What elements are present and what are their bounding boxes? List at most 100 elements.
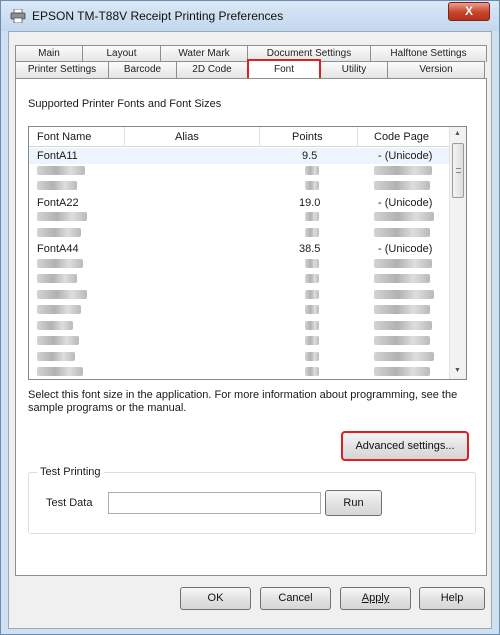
apply-button[interactable]: Apply xyxy=(340,587,411,610)
redacted-code-page xyxy=(374,320,432,333)
redacted-font-name xyxy=(37,165,85,178)
redacted-points xyxy=(305,367,319,379)
redacted-points xyxy=(305,336,319,348)
code-page-cell: - (Unicode) xyxy=(378,150,433,162)
list-item[interactable] xyxy=(29,365,450,379)
font-name-cell: FontA44 xyxy=(37,243,79,255)
list-item[interactable] xyxy=(29,350,450,366)
column-divider[interactable] xyxy=(259,127,260,147)
printer-icon xyxy=(10,8,26,24)
redacted-font-name xyxy=(37,289,87,302)
font-tab-page: Supported Printer Fonts and Font Sizes F… xyxy=(15,78,487,576)
redacted-code-page xyxy=(374,367,430,379)
scroll-down-arrow-icon[interactable]: ▼ xyxy=(454,367,461,374)
code-page-cell: - (Unicode) xyxy=(378,196,433,209)
tab-utility[interactable]: Utility xyxy=(320,61,388,78)
run-button[interactable]: Run xyxy=(325,490,382,516)
redacted-code-page xyxy=(374,336,430,348)
scrollbar-thumb[interactable] xyxy=(452,143,464,198)
list-item[interactable] xyxy=(29,303,450,319)
redacted-font-name xyxy=(37,274,77,286)
title-bar[interactable]: EPSON TM-T88V Receipt Printing Preferenc… xyxy=(1,1,499,31)
redacted-font-name xyxy=(37,212,87,224)
test-data-label: Test Data xyxy=(46,497,93,509)
dialog-window: EPSON TM-T88V Receipt Printing Preferenc… xyxy=(0,0,500,635)
list-item[interactable] xyxy=(29,272,450,288)
redacted-code-page xyxy=(374,351,434,364)
redacted-points xyxy=(305,258,319,271)
redacted-points xyxy=(305,320,319,333)
window-title: EPSON TM-T88V Receipt Printing Preferenc… xyxy=(32,9,284,23)
tab-font[interactable]: Font xyxy=(247,59,321,78)
column-header-code-page[interactable]: Code Page xyxy=(374,131,429,143)
column-divider[interactable] xyxy=(124,127,125,147)
list-scrollbar[interactable]: ▲ ▼ xyxy=(449,127,466,379)
list-item[interactable]: FontA44 38.5 - (Unicode) xyxy=(29,241,450,257)
redacted-points xyxy=(305,289,319,302)
redacted-code-page xyxy=(374,305,430,317)
list-item[interactable] xyxy=(29,226,450,242)
redacted-code-page xyxy=(374,227,430,240)
tab-row-front: Printer Settings Barcode 2D Code Font Ut… xyxy=(15,59,485,78)
redacted-code-page xyxy=(374,258,432,271)
font-info-text: Select this font size in the application… xyxy=(28,389,458,414)
font-list-rows: FontA11 9.5 - (Unicode) FontA22 19.0 - (… xyxy=(29,148,450,379)
font-list[interactable]: Font Name Alias Points Code Page FontA11… xyxy=(28,126,467,380)
list-item[interactable] xyxy=(29,257,450,273)
tab-printer-settings[interactable]: Printer Settings xyxy=(15,61,109,78)
test-printing-title: Test Printing xyxy=(37,466,104,478)
apply-label: Apply xyxy=(361,592,390,604)
redacted-code-page xyxy=(374,181,430,193)
redacted-points xyxy=(305,305,319,317)
redacted-points xyxy=(305,165,319,178)
redacted-font-name xyxy=(37,258,83,271)
advanced-settings-button[interactable]: Advanced settings... xyxy=(341,431,469,461)
grip-icon xyxy=(456,168,461,173)
tab-halftone-settings[interactable]: Halftone Settings xyxy=(370,45,487,62)
redacted-font-name xyxy=(37,227,81,240)
tab-main[interactable]: Main xyxy=(15,45,83,62)
scroll-up-arrow-icon[interactable]: ▲ xyxy=(454,130,461,137)
column-header-points[interactable]: Points xyxy=(292,131,323,143)
redacted-points xyxy=(305,212,319,224)
points-cell: 9.5 xyxy=(302,150,318,162)
cancel-button[interactable]: Cancel xyxy=(260,587,331,610)
tab-barcode[interactable]: Barcode xyxy=(108,61,177,78)
ok-button[interactable]: OK xyxy=(180,587,251,610)
list-item[interactable]: FontA11 9.5 - (Unicode) xyxy=(29,148,450,164)
test-data-input[interactable] xyxy=(108,492,321,514)
tab-water-mark[interactable]: Water Mark xyxy=(160,45,248,62)
dialog-client-area: Main Layout Water Mark Document Settings… xyxy=(8,31,492,629)
redacted-points xyxy=(305,227,319,240)
redacted-code-page xyxy=(374,165,432,178)
redacted-code-page xyxy=(374,289,434,302)
list-item[interactable] xyxy=(29,288,450,304)
redacted-font-name xyxy=(37,320,73,333)
redacted-font-name xyxy=(37,181,77,193)
list-item[interactable] xyxy=(29,179,450,195)
font-name-cell: FontA22 xyxy=(37,196,79,209)
list-item[interactable] xyxy=(29,319,450,335)
tab-2d-code[interactable]: 2D Code xyxy=(176,61,248,78)
test-printing-group: Test Printing Test Data Run xyxy=(28,466,476,534)
redacted-points xyxy=(305,181,319,193)
close-button[interactable]: X xyxy=(448,2,490,21)
redacted-font-name xyxy=(37,336,79,348)
tab-layout[interactable]: Layout xyxy=(82,45,161,62)
list-item[interactable] xyxy=(29,210,450,226)
column-header-alias[interactable]: Alias xyxy=(175,131,199,143)
redacted-font-name xyxy=(37,367,83,379)
tab-version[interactable]: Version xyxy=(387,61,485,78)
redacted-points xyxy=(305,274,319,286)
close-icon: X xyxy=(464,4,473,18)
redacted-font-name xyxy=(37,351,75,364)
list-item[interactable] xyxy=(29,334,450,350)
list-item[interactable] xyxy=(29,164,450,180)
font-list-header: Font Name Alias Points Code Page xyxy=(29,127,450,147)
redacted-code-page xyxy=(374,212,434,224)
points-cell: 19.0 xyxy=(299,196,321,209)
help-button[interactable]: Help xyxy=(419,587,485,610)
column-divider[interactable] xyxy=(357,127,358,147)
column-header-font-name[interactable]: Font Name xyxy=(37,131,91,143)
list-item[interactable]: FontA22 19.0 - (Unicode) xyxy=(29,195,450,211)
